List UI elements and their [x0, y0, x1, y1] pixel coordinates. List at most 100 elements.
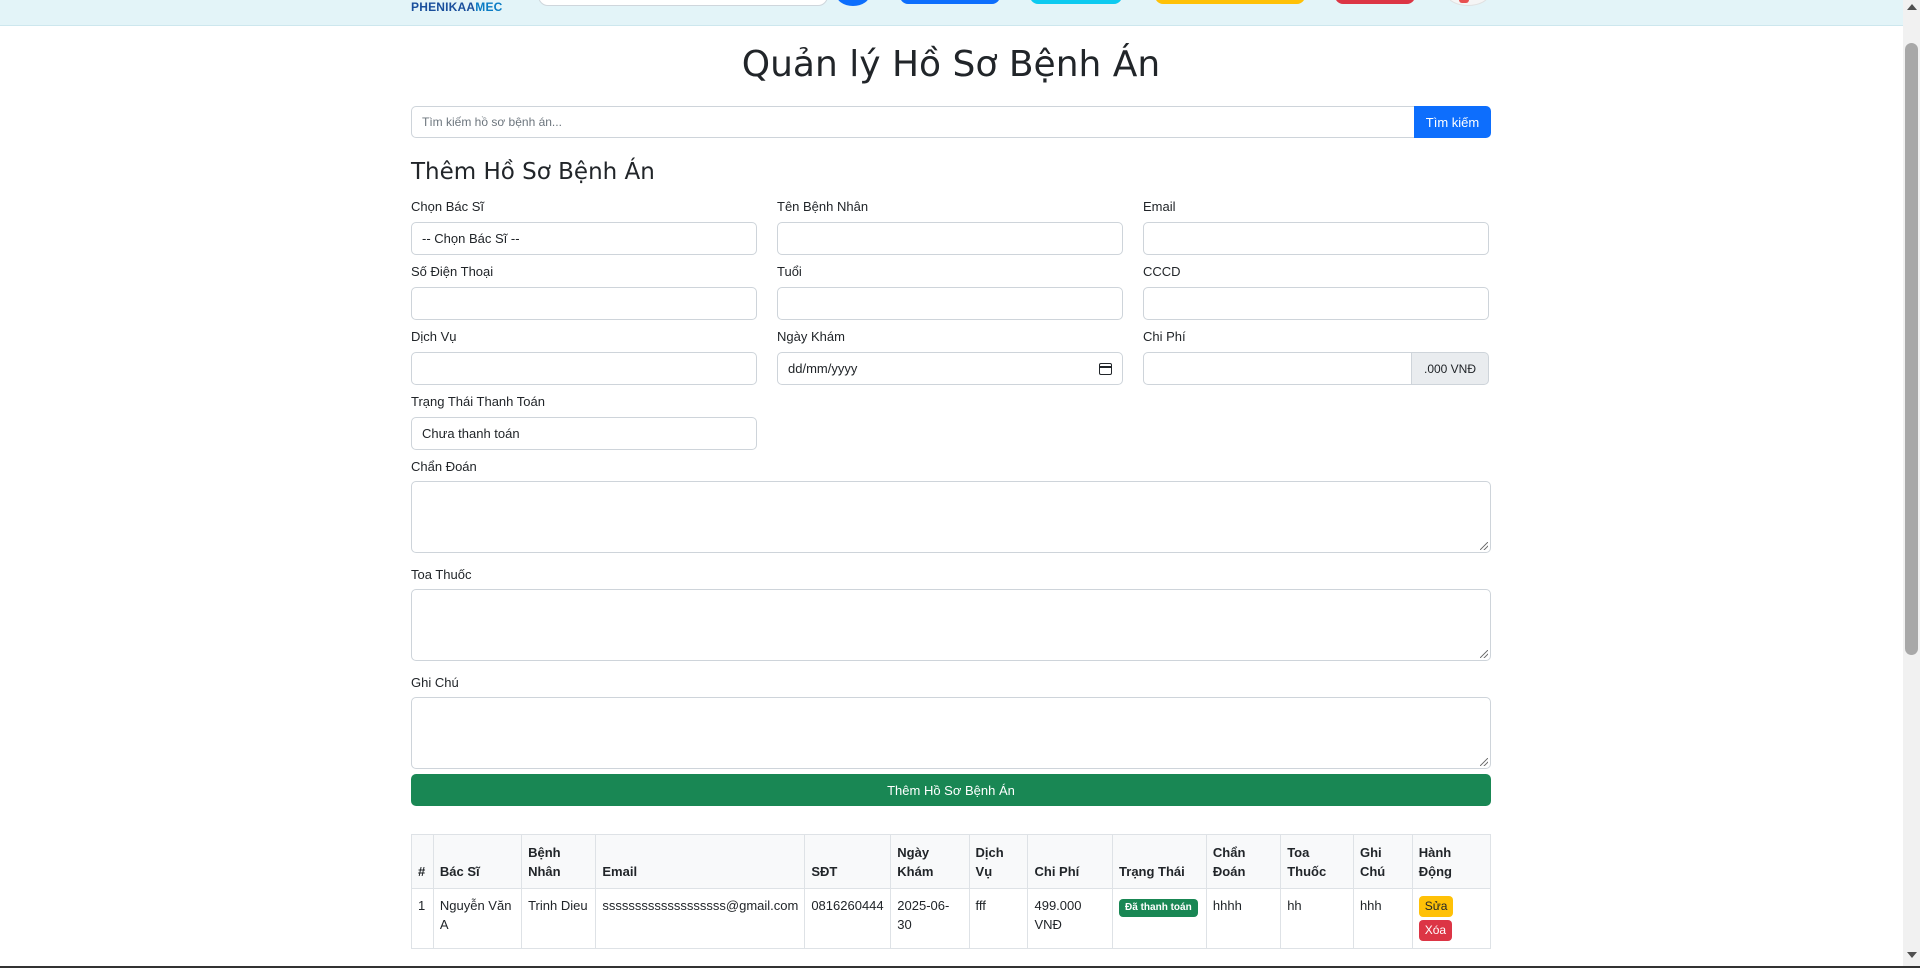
user-avatar[interactable]: [1446, 0, 1490, 6]
service-input[interactable]: [411, 352, 757, 385]
scrollbar-thumb[interactable]: [1905, 43, 1918, 655]
table-row: 1 Nguyễn Văn A Trinh Dieu ssssssssssssss…: [411, 888, 1492, 949]
cost-currency-suffix: .000 VNĐ: [1412, 352, 1489, 385]
nav-search-input[interactable]: [538, 0, 828, 6]
age-input[interactable]: [777, 287, 1123, 320]
cost-input[interactable]: [1143, 352, 1412, 385]
doctor-label: Chọn Bác Sĩ: [411, 199, 484, 214]
cell-index: 1: [411, 888, 434, 949]
page-scrollbar[interactable]: [1903, 0, 1920, 968]
service-field: Dịch Vụ: [411, 328, 757, 393]
cell-status: Đã thanh toán: [1112, 888, 1207, 949]
notes-field: Ghi Chú: [411, 674, 1491, 769]
search-button[interactable]: Tìm kiếm: [1414, 106, 1491, 138]
col-actions: Hành Động: [1411, 834, 1492, 889]
exam-date-input[interactable]: dd/mm/yyyy: [777, 352, 1123, 385]
cell-prescription: hh: [1280, 888, 1354, 949]
resize-grip-icon[interactable]: [1480, 758, 1488, 766]
delete-button[interactable]: Xóa: [1418, 920, 1453, 941]
status-badge: Đã thanh toán: [1119, 899, 1198, 917]
payment-status-select[interactable]: Chưa thanh toán: [411, 417, 757, 450]
age-field: Tuổi: [777, 263, 1123, 328]
payment-status-field: Trạng Thái Thanh Toán Chưa thanh toán: [411, 393, 757, 458]
main-container: Quản lý Hồ Sơ Bệnh Án Tìm kiếm Thêm Hồ S…: [411, 26, 1492, 949]
nav-button-danger[interactable]: [1335, 0, 1415, 4]
add-record-button[interactable]: Thêm Hồ Sơ Bệnh Án: [411, 774, 1491, 806]
diagnosis-field: Chẩn Đoán: [411, 458, 1491, 553]
prescription-field: Toa Thuốc: [411, 566, 1491, 661]
search-bar: Tìm kiếm: [411, 106, 1491, 138]
cell-cost: 499.000 VNĐ: [1027, 888, 1114, 949]
calendar-icon[interactable]: [1099, 362, 1112, 375]
cell-email: sssssssssssssssssss@gmail.com: [595, 888, 806, 949]
prescription-label: Toa Thuốc: [411, 567, 472, 582]
form-title: Thêm Hồ Sơ Bệnh Án: [411, 159, 655, 185]
phone-label: Số Điện Thoại: [411, 264, 494, 279]
notes-label: Ghi Chú: [411, 675, 459, 690]
doctor-field: Chọn Bác Sĩ -- Chọn Bác Sĩ --: [411, 198, 757, 263]
doctor-select[interactable]: -- Chọn Bác Sĩ --: [411, 222, 757, 255]
nav-button-warning[interactable]: [1155, 0, 1305, 4]
cell-diagnosis: hhhh: [1205, 888, 1282, 949]
cell-date: 2025-06-30: [890, 888, 970, 949]
table-header-row: # Bác Sĩ Bệnh Nhân Email SĐT Ngày Khám D…: [411, 834, 1492, 889]
cost-field: Chi Phí .000 VNĐ: [1143, 328, 1489, 393]
exam-date-label: Ngày Khám: [777, 329, 845, 344]
col-service: Dịch Vụ: [968, 834, 1029, 889]
cell-notes: hhh: [1352, 888, 1413, 949]
cell-actions: Sửa Xóa: [1411, 888, 1492, 949]
top-navbar: PHENIKAAMEC: [0, 0, 1903, 26]
patient-name-input[interactable]: [777, 222, 1123, 255]
age-label: Tuổi: [777, 264, 802, 279]
col-index: #: [411, 834, 434, 889]
diagnosis-textarea[interactable]: [411, 481, 1491, 553]
patient-name-field: Tên Bệnh Nhân: [777, 198, 1123, 263]
scroll-down-arrow-icon[interactable]: [1907, 952, 1917, 958]
diagnosis-label: Chẩn Đoán: [411, 459, 477, 474]
col-prescription: Toa Thuốc: [1280, 834, 1354, 889]
doctor-select-value: -- Chọn Bác Sĩ --: [422, 231, 520, 246]
cost-input-group: .000 VNĐ: [1143, 352, 1489, 385]
col-patient: Bệnh Nhân: [521, 834, 597, 889]
col-doctor: Bác Sĩ: [432, 834, 523, 889]
cost-label: Chi Phí: [1143, 329, 1186, 344]
email-label: Email: [1143, 199, 1176, 214]
nav-button-info[interactable]: [1030, 0, 1122, 4]
resize-grip-icon[interactable]: [1480, 650, 1488, 658]
exam-date-value: dd/mm/yyyy: [788, 361, 858, 376]
phone-input[interactable]: [411, 287, 757, 320]
col-date: Ngày Khám: [890, 834, 970, 889]
col-diagnosis: Chẩn Đoán: [1205, 834, 1282, 889]
col-cost: Chi Phí: [1027, 834, 1114, 889]
col-notes: Ghi Chú: [1352, 834, 1413, 889]
cccd-input[interactable]: [1143, 287, 1489, 320]
cell-service: fff: [968, 888, 1029, 949]
resize-grip-icon[interactable]: [1480, 542, 1488, 550]
nav-search-button[interactable]: [836, 0, 870, 6]
edit-button[interactable]: Sửa: [1418, 896, 1454, 917]
nav-button-primary[interactable]: [900, 0, 1000, 4]
cell-phone: 0816260444: [804, 888, 892, 949]
exam-date-field: Ngày Khám dd/mm/yyyy: [777, 328, 1123, 393]
scroll-up-arrow-icon[interactable]: [1907, 4, 1917, 10]
records-table: # Bác Sĩ Bệnh Nhân Email SĐT Ngày Khám D…: [411, 834, 1492, 949]
email-field: Email: [1143, 198, 1489, 263]
brand-logo[interactable]: PHENIKAAMEC: [411, 0, 503, 14]
payment-status-value: Chưa thanh toán: [422, 426, 520, 441]
cccd-field: CCCD: [1143, 263, 1489, 328]
record-form: Chọn Bác Sĩ -- Chọn Bác Sĩ -- Tên Bệnh N…: [411, 198, 1491, 458]
cccd-label: CCCD: [1143, 264, 1181, 279]
email-input[interactable]: [1143, 222, 1489, 255]
page-title: Quản lý Hồ Sơ Bệnh Án: [741, 44, 1161, 85]
service-label: Dịch Vụ: [411, 329, 457, 344]
col-email: Email: [595, 834, 806, 889]
phone-field: Số Điện Thoại: [411, 263, 757, 328]
cell-patient: Trinh Dieu: [521, 888, 597, 949]
patient-name-label: Tên Bệnh Nhân: [777, 199, 869, 214]
notes-textarea[interactable]: [411, 697, 1491, 769]
prescription-textarea[interactable]: [411, 589, 1491, 661]
col-phone: SĐT: [804, 834, 892, 889]
search-input[interactable]: [411, 106, 1414, 138]
cell-doctor: Nguyễn Văn A: [432, 888, 523, 949]
payment-status-label: Trạng Thái Thanh Toán: [411, 394, 545, 409]
